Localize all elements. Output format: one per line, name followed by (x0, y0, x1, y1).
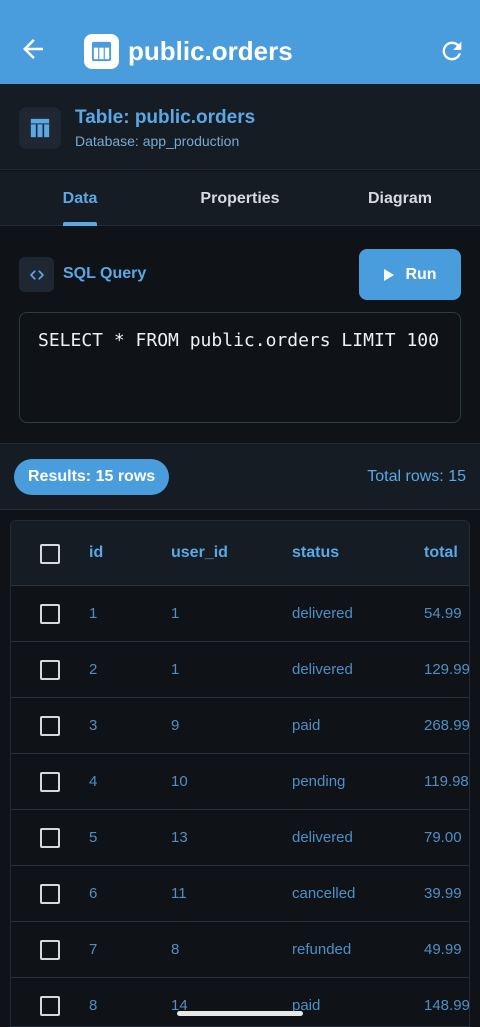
cell-user-id: 11 (171, 885, 187, 902)
table-icon (19, 107, 61, 149)
cell-status: delivered (292, 661, 353, 678)
column-header-status[interactable]: status (292, 544, 339, 562)
cell-total: 79.00 (424, 829, 462, 846)
cell-total: 119.98 (424, 773, 469, 790)
cell-id: 4 (89, 773, 98, 790)
play-icon (384, 268, 395, 281)
cell-id: 6 (89, 885, 98, 902)
sql-query-label: SQL Query (63, 265, 147, 282)
cell-total: 54.99 (424, 605, 462, 622)
refresh-icon[interactable] (438, 37, 466, 65)
page-title: public.orders (128, 36, 293, 66)
cell-id: 1 (89, 605, 98, 622)
total-rows-label: Total rows: 15 (367, 468, 466, 485)
table-row[interactable]: 4 10 pending 119.98 (11, 754, 469, 810)
cell-status: pending (292, 773, 346, 790)
table-info-header: Table: public.orders Database: app_produ… (0, 84, 480, 170)
column-header-id[interactable]: id (89, 544, 103, 562)
table-row[interactable]: 2 1 delivered 129.99 (11, 642, 470, 698)
table-row[interactable]: 6 11 cancelled 39.99 (11, 866, 469, 922)
cell-status: delivered (292, 829, 353, 846)
table-row[interactable]: 5 13 delivered 79.00 (11, 810, 469, 866)
table-icon (84, 34, 119, 69)
table-title: Table: public.orders (75, 107, 256, 128)
column-header-total[interactable]: total (424, 544, 458, 562)
cell-user-id: 8 (171, 941, 180, 958)
cell-user-id: 10 (171, 773, 188, 790)
cell-user-id: 9 (171, 717, 180, 734)
column-header-user-id[interactable]: user_id (171, 544, 228, 562)
row-checkbox[interactable] (40, 996, 60, 1016)
select-all-checkbox[interactable] (40, 544, 60, 564)
cell-id: 7 (89, 941, 98, 958)
row-checkbox[interactable] (40, 772, 60, 792)
sql-input[interactable]: SELECT * FROM public.orders LIMIT 100 (19, 312, 461, 423)
arrow-left-icon[interactable] (18, 34, 48, 64)
row-checkbox[interactable] (40, 716, 60, 736)
cell-id: 5 (89, 829, 98, 846)
cell-total: 268.99 (424, 717, 470, 734)
run-button-label: Run (405, 265, 437, 283)
app-bar: public.orders (0, 0, 480, 84)
cell-total: 129.99 (424, 661, 470, 678)
query-section: SQL Query Run SELECT * FROM public.order… (0, 227, 480, 443)
cell-user-id: 13 (171, 829, 188, 846)
cell-total: 39.99 (424, 885, 462, 902)
cell-status: paid (292, 717, 321, 734)
row-checkbox[interactable] (40, 828, 60, 848)
row-checkbox[interactable] (40, 884, 60, 904)
code-icon (19, 257, 54, 292)
cell-id: 3 (89, 717, 98, 734)
run-button[interactable]: Run (359, 249, 461, 300)
cell-user-id: 1 (171, 661, 180, 678)
cell-user-id: 1 (171, 605, 180, 622)
results-count-badge[interactable]: Results: 15 rows (14, 459, 170, 495)
table-row[interactable]: 1 1 delivered 54.99 (11, 586, 469, 642)
cell-status: delivered (292, 605, 353, 622)
row-checkbox[interactable] (40, 660, 60, 680)
row-checkbox[interactable] (40, 604, 60, 624)
database-subtitle: Database: app_production (75, 133, 240, 149)
tab-properties[interactable]: Properties (160, 171, 320, 226)
results-bar: Results: 15 rows Total rows: 15 (0, 443, 480, 510)
cell-total: 49.99 (424, 941, 462, 958)
cell-id: 8 (89, 997, 98, 1014)
table-row[interactable]: 3 9 paid 268.99 (11, 698, 470, 754)
tab-bar: Data Properties Diagram (0, 171, 480, 226)
home-indicator[interactable] (177, 1011, 303, 1016)
cell-id: 2 (89, 661, 98, 678)
data-grid: id user_id status total 1 1 delivered 54… (10, 520, 470, 1027)
table-row[interactable]: 8 14 paid 148.99 (11, 978, 470, 1026)
tab-diagram[interactable]: Diagram (320, 171, 480, 226)
row-checkbox[interactable] (40, 940, 60, 960)
table-row[interactable]: 7 8 refunded 49.99 (11, 922, 469, 978)
cell-status: refunded (292, 941, 352, 958)
grid-header-row: id user_id status total (11, 521, 469, 586)
tab-data[interactable]: Data (0, 171, 160, 226)
cell-status: cancelled (292, 885, 356, 902)
active-tab-indicator (63, 222, 97, 226)
cell-total: 148.99 (424, 997, 470, 1014)
